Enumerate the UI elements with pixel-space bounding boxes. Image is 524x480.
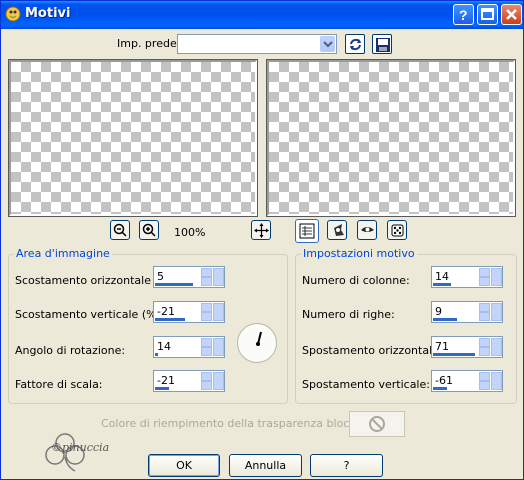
h-shift-value[interactable]: 71 xyxy=(435,340,449,353)
columns-slider-bar[interactable] xyxy=(433,283,451,286)
clover-logo-icon: ©pinuccia xyxy=(45,433,109,472)
zoom-in-icon xyxy=(142,223,156,237)
rotation-spinner[interactable]: 14 xyxy=(153,336,225,358)
dice-icon xyxy=(391,224,404,237)
help-button[interactable]: ? xyxy=(310,454,383,477)
randomize-button[interactable] xyxy=(387,220,407,240)
rotation-value[interactable]: 14 xyxy=(157,340,171,353)
rotation-slider-bar[interactable] xyxy=(155,353,158,356)
v-offset-up-down[interactable] xyxy=(201,303,212,321)
v-shift-up-down[interactable] xyxy=(479,372,490,390)
v-shift-label: Spostamento verticale: xyxy=(302,378,430,391)
columns-label: Numero di colonne: xyxy=(302,274,410,287)
dialog-window: Motivi ? Imp. predef.: 100% Area d'immag… xyxy=(0,0,524,480)
swap-icon xyxy=(350,38,361,51)
scale-dropdown[interactable] xyxy=(213,372,224,390)
help-icon: ? xyxy=(459,7,468,23)
zoom-out-button[interactable] xyxy=(110,220,130,240)
v-shift-dropdown[interactable] xyxy=(491,372,502,390)
scale-label: Fattore di scala: xyxy=(15,378,103,391)
h-shift-spinner[interactable]: 71 xyxy=(431,336,503,358)
preset-dropdown[interactable] xyxy=(177,34,337,54)
no-color-icon xyxy=(369,416,385,432)
original-preview[interactable] xyxy=(8,59,258,217)
h-offset-spinner[interactable]: 5 xyxy=(153,266,225,288)
save-icon xyxy=(376,38,390,52)
v-offset-slider-bar[interactable] xyxy=(155,318,185,321)
h-offset-slider-bar[interactable] xyxy=(155,283,193,286)
v-offset-dropdown[interactable] xyxy=(213,303,224,321)
pinuccia-logo: ©pinuccia xyxy=(41,429,131,473)
eye-icon xyxy=(361,227,374,232)
columns-value[interactable]: 14 xyxy=(435,270,449,283)
app-icon[interactable] xyxy=(4,5,22,23)
proof-icon xyxy=(299,223,315,239)
zoom-level: 100% xyxy=(174,226,206,239)
pan-button[interactable] xyxy=(251,220,271,240)
pan-icon xyxy=(254,223,269,238)
auto-proof-toggle[interactable] xyxy=(295,219,319,243)
transparency-fill-label: Colore di riempimento della trasparenza … xyxy=(101,417,377,430)
scale-slider-bar[interactable] xyxy=(155,387,169,390)
transparency-color-button[interactable] xyxy=(349,411,405,437)
close-icon xyxy=(506,9,517,20)
rows-up-down[interactable] xyxy=(479,303,490,321)
rows-spinner[interactable]: 9 xyxy=(431,301,503,323)
rotation-up-down[interactable] xyxy=(201,338,212,356)
scale-up-down[interactable] xyxy=(201,372,212,390)
swap-button[interactable] xyxy=(345,34,365,54)
v-shift-spinner[interactable]: -61 xyxy=(431,370,503,392)
rows-value[interactable]: 9 xyxy=(435,305,442,318)
v-offset-spinner[interactable]: -21 xyxy=(153,301,225,323)
scale-value[interactable]: -21 xyxy=(157,374,175,387)
zoom-out-icon xyxy=(113,223,127,237)
help-title-button[interactable]: ? xyxy=(453,4,474,25)
maximize-icon xyxy=(481,8,494,20)
rotation-label: Angolo di rotazione: xyxy=(15,344,126,357)
rotation-dial[interactable] xyxy=(237,323,277,363)
rotation-dropdown[interactable] xyxy=(213,338,224,356)
chevron-down-icon[interactable] xyxy=(320,36,335,52)
h-offset-up-down[interactable] xyxy=(201,268,212,286)
h-shift-dropdown[interactable] xyxy=(491,338,502,356)
v-shift-value[interactable]: -61 xyxy=(435,374,453,387)
maximize-button[interactable] xyxy=(477,4,498,25)
dial-needle-icon xyxy=(256,331,262,346)
close-button[interactable] xyxy=(501,4,522,25)
save-preset-button[interactable] xyxy=(372,34,392,54)
cancel-button[interactable]: Annulla xyxy=(229,454,302,477)
logo-text: ©pinuccia xyxy=(51,441,109,454)
v-offset-value[interactable]: -21 xyxy=(157,305,175,318)
result-preview xyxy=(266,59,516,217)
h-shift-slider-bar[interactable] xyxy=(433,353,475,356)
columns-dropdown[interactable] xyxy=(491,268,502,286)
drag-hand-icon xyxy=(334,224,344,236)
v-shift-slider-bar[interactable] xyxy=(433,387,447,390)
window-title: Motivi xyxy=(25,6,71,21)
drag-hand-button[interactable] xyxy=(327,220,347,240)
rows-label: Numero di righe: xyxy=(302,308,395,321)
pattern-settings-title: Impostazioni motivo xyxy=(301,247,417,260)
ok-button[interactable]: OK xyxy=(148,454,220,477)
h-shift-up-down[interactable] xyxy=(479,338,490,356)
h-offset-dropdown[interactable] xyxy=(213,268,224,286)
rows-dropdown[interactable] xyxy=(491,303,502,321)
svg-text:?: ? xyxy=(459,7,468,23)
columns-spinner[interactable]: 14 xyxy=(431,266,503,288)
h-shift-label: Spostamento orizzontale: xyxy=(302,344,443,357)
columns-up-down[interactable] xyxy=(479,268,490,286)
h-offset-value[interactable]: 5 xyxy=(157,270,164,283)
image-area-title: Area d'immagine xyxy=(14,247,112,260)
v-offset-label: Scostamento verticale (%): xyxy=(15,308,165,321)
zoom-in-button[interactable] xyxy=(139,220,159,240)
title-bar[interactable]: Motivi ? xyxy=(1,1,523,29)
scale-spinner[interactable]: -21 xyxy=(153,370,225,392)
preview-eye-button[interactable] xyxy=(357,220,377,240)
rows-slider-bar[interactable] xyxy=(433,318,457,321)
